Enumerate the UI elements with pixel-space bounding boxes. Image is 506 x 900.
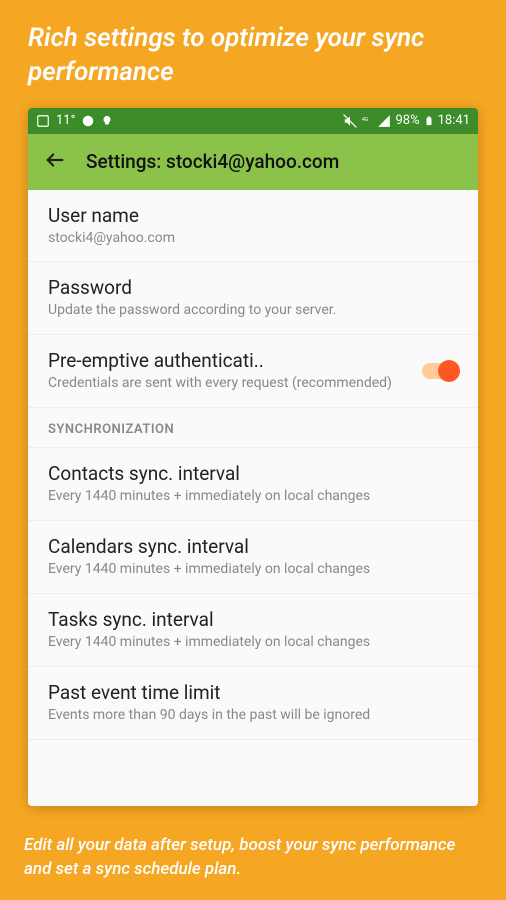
setting-username[interactable]: User name stocki4@yahoo.com [28,190,478,263]
clock-label: 18:41 [438,113,470,128]
setting-preemptive-auth[interactable]: Pre-emptive authenticati.. Credentials a… [28,335,478,408]
setting-sub: Events more than 90 days in the past wil… [48,706,458,725]
page-title: Settings: stocki4@yahoo.com [86,150,339,173]
network-icon: 4G [361,115,373,127]
section-header-sync: SYNCHRONIZATION [28,408,478,448]
promo-header: Rich settings to optimize your sync perf… [0,0,506,108]
battery-percent: 98% [395,113,419,128]
setting-sub: Every 1440 minutes + immediately on loca… [48,633,458,652]
setting-password[interactable]: Password Update the password according t… [28,262,478,335]
svg-text:4G: 4G [362,117,369,123]
setting-sub: Update the password according to your se… [48,301,458,320]
setting-sub: stocki4@yahoo.com [48,229,458,248]
setting-title: Tasks sync. interval [48,608,458,631]
setting-title: Password [48,276,458,299]
setting-title: User name [48,204,458,227]
setting-past-event-limit[interactable]: Past event time limit Events more than 9… [28,667,478,740]
battery-icon [424,114,434,128]
signal-icon [377,114,391,128]
setting-sub: Every 1440 minutes + immediately on loca… [48,560,458,579]
preemptive-toggle[interactable] [422,363,458,379]
firefox-icon [81,114,95,128]
setting-title: Calendars sync. interval [48,535,458,558]
app-bar: Settings: stocki4@yahoo.com [28,134,478,190]
setting-title: Contacts sync. interval [48,462,458,485]
setting-calendars-interval[interactable]: Calendars sync. interval Every 1440 minu… [28,521,478,594]
promo-footer: Edit all your data after setup, boost yo… [0,816,506,900]
setting-tasks-interval[interactable]: Tasks sync. interval Every 1440 minutes … [28,594,478,667]
setting-title: Past event time limit [48,681,458,704]
setting-contacts-interval[interactable]: Contacts sync. interval Every 1440 minut… [28,448,478,521]
back-arrow-icon[interactable] [44,149,66,175]
screenshot-icon [36,114,50,128]
settings-list: User name stocki4@yahoo.com Password Upd… [28,190,478,806]
status-bar: 11° 4G 98% 18:41 [28,108,478,134]
temperature-label: 11° [56,113,75,128]
mute-icon [343,114,357,128]
setting-sub: Every 1440 minutes + immediately on loca… [48,487,458,506]
setting-title: Pre-emptive authenticati.. [48,349,412,372]
bulb-icon [101,114,113,128]
setting-sub: Credentials are sent with every request … [48,374,412,393]
phone-frame: 11° 4G 98% 18:41 [28,108,478,806]
